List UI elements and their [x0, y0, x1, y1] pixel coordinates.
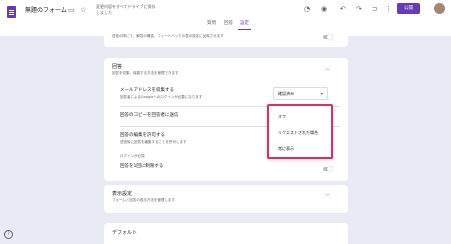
redo-icon[interactable]: ↷	[356, 5, 362, 13]
link-icon[interactable]: ⊃	[372, 5, 378, 13]
forms-logo-icon	[7, 6, 16, 18]
collect-email-desc: 回答者によるGoogleへのログインが必要になります	[120, 95, 203, 99]
avatar[interactable]	[434, 3, 445, 14]
chevron-up-icon[interactable]: ︿	[325, 66, 330, 72]
presentation-section-title: 表示設定	[112, 191, 133, 197]
form-title[interactable]: 無題のフォーム	[25, 7, 67, 15]
allow-edit-label: 回答の編集を許可する	[120, 133, 165, 138]
previous-settings-desc: 送信の際にて、解答の確認、フィードバックの表示設定に反映させます	[112, 34, 224, 38]
folder-icon[interactable]: ▭	[68, 6, 75, 14]
preview-icon[interactable]: ◉	[321, 5, 327, 13]
previous-settings-card: 送信の際にて、解答の確認、フィードバックの表示設定に反映させます	[104, 30, 348, 47]
caret-down-icon: ▾	[320, 91, 323, 96]
chevron-down-icon[interactable]: ﹀	[325, 194, 330, 200]
tab-settings[interactable]: 設定	[240, 21, 249, 27]
undo-icon[interactable]: ↶	[340, 5, 346, 13]
palette-icon[interactable]: ◔	[304, 5, 310, 13]
responses-section-title: 回答	[112, 64, 123, 70]
collect-email-select[interactable]: 確認済み ▾	[273, 87, 328, 100]
more-icon[interactable]: ⋮	[385, 5, 392, 13]
collect-email-label: メールアドレスを収集する	[120, 88, 174, 93]
defaults-section-title: デフォルト	[112, 230, 138, 236]
allow-edit-desc: 送信後に回答を編集することを許可します	[120, 140, 187, 144]
presentation-card: 表示設定 フォームと回答の表示方法を管理します ﹀	[104, 185, 348, 213]
presentation-section-desc: フォームと回答の表示方法を管理します	[112, 198, 175, 202]
tab-responses[interactable]: 回答	[224, 21, 233, 27]
defaults-card: デフォルト	[104, 223, 348, 244]
limit-one-toggle[interactable]	[323, 166, 333, 172]
save-status: 変更内容をすべてドライブに保存しました	[96, 4, 156, 15]
menu-option-on-request[interactable]: リクエストされた場合	[278, 130, 318, 136]
quiz-toggle[interactable]	[323, 34, 333, 40]
send-copy-dropdown-menu: オフ リクエストされた場合 常に表示	[267, 104, 333, 159]
select-value: 確認済み	[278, 91, 294, 96]
star-icon[interactable]: ☆	[80, 6, 86, 14]
responses-section-desc: 回答を収集、保護する方法を管理できます	[112, 71, 179, 75]
publish-button[interactable]: 公開	[397, 3, 420, 14]
send-copy-label: 回答のコピーを回答者に送信	[120, 113, 179, 118]
login-required-note: ログインが必須	[120, 154, 145, 158]
tab-questions[interactable]: 質問	[207, 21, 216, 27]
limit-one-label: 回答を1回に制限する	[120, 164, 164, 169]
menu-option-off[interactable]: オフ	[278, 114, 286, 120]
help-icon[interactable]: ?	[4, 230, 13, 239]
menu-option-always[interactable]: 常に表示	[278, 146, 294, 152]
